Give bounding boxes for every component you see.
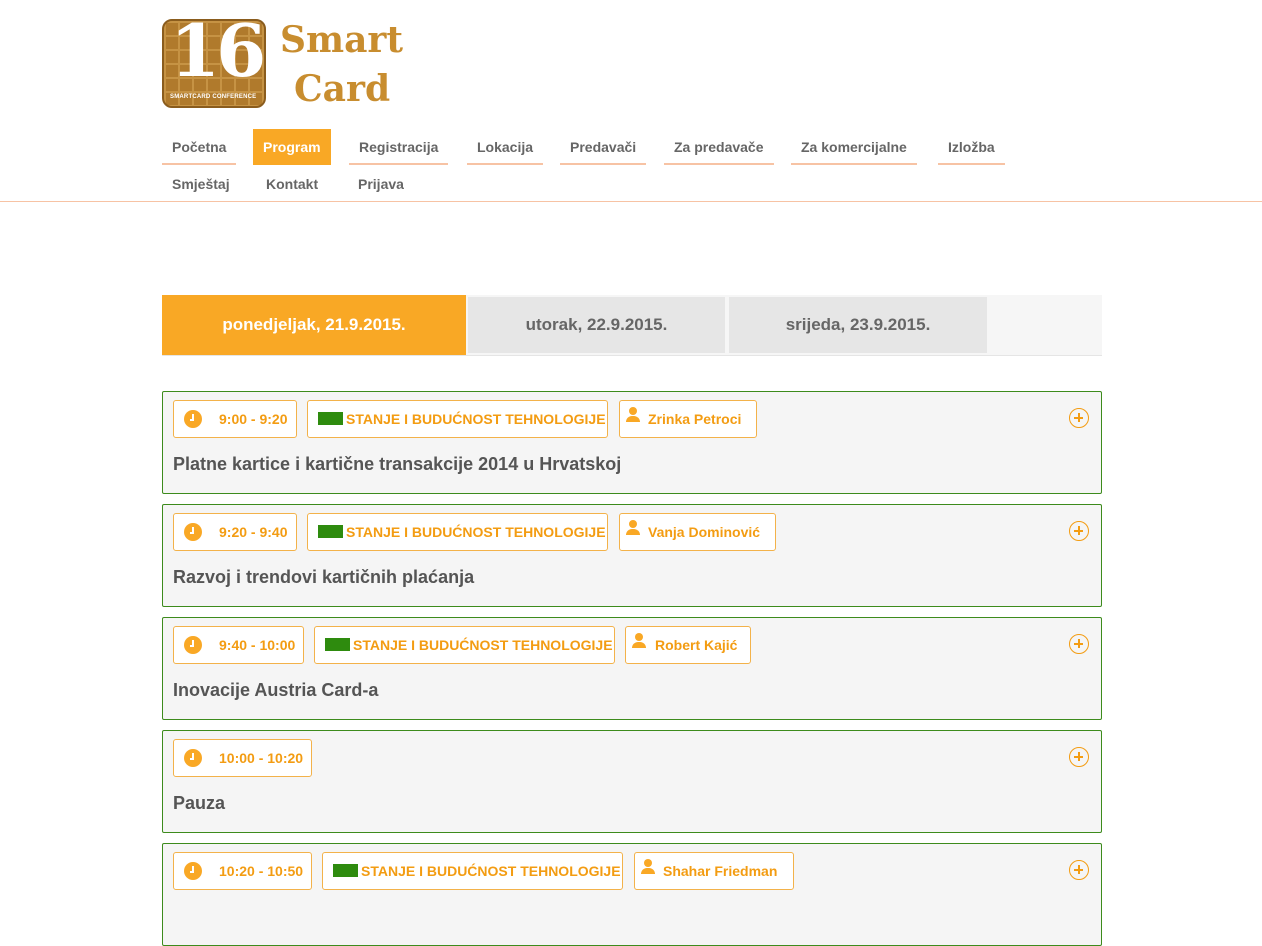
clock-icon (184, 749, 202, 767)
clock-icon (184, 523, 202, 541)
person-icon (626, 407, 640, 423)
expand-plus-icon[interactable] (1069, 521, 1089, 541)
nav-item-smjestaj[interactable]: Smještaj (162, 166, 240, 202)
logo-caption: SMARTCARD CONFERENCE (170, 94, 257, 100)
track-badge: STANJE I BUDUĆNOST TEHNOLOGIJE (322, 852, 623, 890)
session-card[interactable]: 9:40 - 10:00 STANJE I BUDUĆNOST TEHNOLOG… (162, 617, 1102, 720)
day-tabs: ponedjeljak, 21.9.2015. utorak, 22.9.201… (162, 295, 1102, 356)
nav-item-registracija[interactable]: Registracija (349, 129, 449, 165)
expand-plus-icon[interactable] (1069, 634, 1089, 654)
session-card[interactable]: 10:20 - 10:50 STANJE I BUDUĆNOST TEHNOLO… (162, 843, 1102, 946)
session-time: 9:40 - 10:00 (219, 637, 296, 653)
expand-plus-icon[interactable] (1069, 747, 1089, 767)
track-badge: STANJE I BUDUĆNOST TEHNOLOGIJE (307, 513, 608, 551)
person-icon (626, 520, 640, 536)
person-icon (641, 859, 655, 875)
person-icon (632, 633, 646, 649)
track-badge: STANJE I BUDUĆNOST TEHNOLOGIJE (307, 400, 608, 438)
session-card[interactable]: 9:20 - 9:40 STANJE I BUDUĆNOST TEHNOLOGI… (162, 504, 1102, 607)
nav-item-izlozba[interactable]: Izložba (938, 129, 1005, 165)
chip-logo-icon: 16 SMARTCARD CONFERENCE (162, 19, 266, 108)
logo-word-smart: Smart (280, 19, 404, 61)
nav-item-kontakt[interactable]: Kontakt (256, 166, 328, 202)
header-divider (0, 201, 1262, 202)
tab-day-1[interactable]: ponedjeljak, 21.9.2015. (162, 295, 466, 355)
session-card[interactable]: 9:00 - 9:20 STANJE I BUDUĆNOST TEHNOLOGI… (162, 391, 1102, 494)
speaker-badge[interactable]: Shahar Friedman (634, 852, 794, 890)
speaker-badge[interactable]: Zrinka Petroci (619, 400, 757, 438)
session-card[interactable]: 10:00 - 10:20 Pauza (162, 730, 1102, 833)
session-track: STANJE I BUDUĆNOST TEHNOLOGIJE (353, 637, 613, 653)
time-badge: 10:20 - 10:50 (173, 852, 312, 890)
session-speaker[interactable]: Vanja Dominović (648, 524, 760, 540)
time-badge: 9:40 - 10:00 (173, 626, 304, 664)
session-track: STANJE I BUDUĆNOST TEHNOLOGIJE (361, 863, 621, 879)
site-logo[interactable]: 16 SMARTCARD CONFERENCE Smart Card (162, 19, 422, 111)
time-badge: 9:00 - 9:20 (173, 400, 297, 438)
track-flag-icon (318, 525, 343, 538)
session-title: Pauza (173, 793, 226, 813)
time-badge: 9:20 - 9:40 (173, 513, 297, 551)
nav-item-lokacija[interactable]: Lokacija (467, 129, 544, 165)
expand-plus-icon[interactable] (1069, 860, 1089, 880)
session-title: Inovacije Austria Card-a (173, 680, 379, 700)
nav-item-prijava[interactable]: Prijava (348, 166, 414, 202)
tab-day-3[interactable]: srijeda, 23.9.2015. (729, 297, 987, 353)
logo-number: 16 (170, 19, 264, 93)
track-flag-icon (325, 638, 350, 651)
nav-item-za-predavace[interactable]: Za predavače (664, 129, 774, 165)
session-time: 10:00 - 10:20 (219, 750, 304, 766)
nav-item-za-komercijalne[interactable]: Za komercijalne (791, 129, 917, 165)
track-badge: STANJE I BUDUĆNOST TEHNOLOGIJE (314, 626, 615, 664)
clock-icon (184, 410, 202, 428)
expand-plus-icon[interactable] (1069, 408, 1089, 428)
track-flag-icon (333, 864, 358, 877)
session-title: Razvoj i trendovi kartičnih plaćanja (173, 567, 475, 587)
session-track: STANJE I BUDUĆNOST TEHNOLOGIJE (346, 411, 606, 427)
session-time: 9:20 - 9:40 (219, 524, 288, 540)
clock-icon (184, 862, 202, 880)
session-time: 9:00 - 9:20 (219, 411, 288, 427)
session-track: STANJE I BUDUĆNOST TEHNOLOGIJE (346, 524, 606, 540)
session-speaker[interactable]: Robert Kajić (655, 637, 737, 653)
logo-word-card: Card (294, 68, 391, 110)
nav-item-pocetna[interactable]: Početna (162, 129, 237, 165)
tab-day-2[interactable]: utorak, 22.9.2015. (468, 297, 725, 353)
speaker-badge[interactable]: Robert Kajić (625, 626, 751, 664)
session-time: 10:20 - 10:50 (219, 863, 304, 879)
session-title: Platne kartice i kartične transakcije 20… (173, 454, 622, 474)
time-badge: 10:00 - 10:20 (173, 739, 312, 777)
clock-icon (184, 636, 202, 654)
nav-item-program[interactable]: Program (253, 129, 331, 165)
session-speaker[interactable]: Shahar Friedman (663, 863, 777, 879)
speaker-badge[interactable]: Vanja Dominović (619, 513, 776, 551)
session-speaker[interactable]: Zrinka Petroci (648, 411, 741, 427)
track-flag-icon (318, 412, 343, 425)
nav-item-predavaci[interactable]: Predavači (560, 129, 647, 165)
